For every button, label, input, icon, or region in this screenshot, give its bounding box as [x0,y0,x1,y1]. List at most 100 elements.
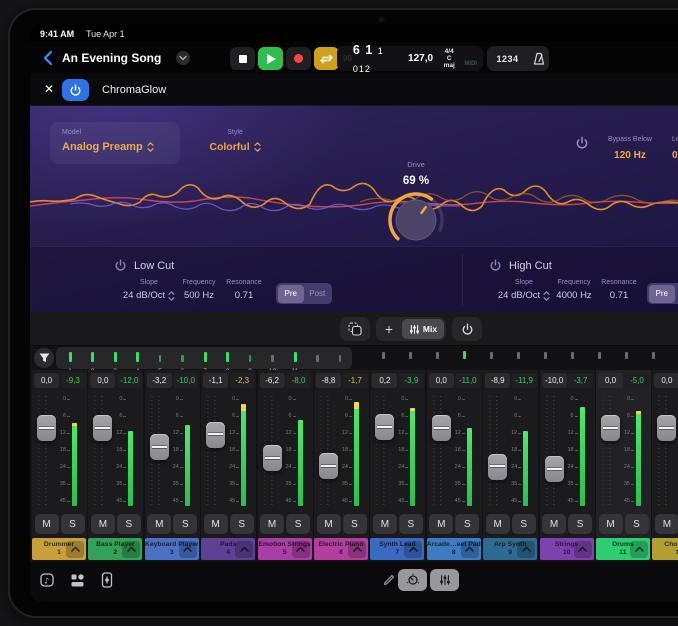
fader-handle[interactable] [545,456,564,482]
filter-button[interactable] [34,348,54,368]
expand-track-button[interactable] [630,541,648,558]
high-cut-resonance[interactable]: Resonance 0.71 [593,279,645,301]
fader-handle[interactable] [601,415,620,441]
low-cut-resonance[interactable]: Resonance 0.71 [218,279,270,301]
add-track-button[interactable]: + [376,317,402,341]
track-name-tile[interactable]: Emotion Strings 5 [258,538,312,560]
volume-readout[interactable]: -6,2 [260,373,285,388]
plugin-power-button[interactable] [62,79,89,101]
mute-button[interactable]: M [317,514,341,534]
expand-track-button[interactable] [292,541,310,558]
solo-button[interactable]: S [455,514,479,534]
fader-handle[interactable] [263,445,282,471]
fader-handle[interactable] [488,454,507,480]
record-button[interactable] [286,47,311,70]
expand-track-button[interactable] [348,541,366,558]
expand-track-button[interactable] [404,541,422,558]
details-button[interactable] [98,571,116,589]
low-cut-power-button[interactable] [114,259,127,272]
count-in-button[interactable]: 1234 [490,53,524,65]
fader-handle[interactable] [657,415,676,441]
mute-button[interactable]: M [147,514,171,534]
expand-track-button[interactable] [517,541,535,558]
mute-button[interactable]: M [542,514,566,534]
browser-button[interactable] [68,571,86,589]
level-control[interactable]: Level 0.0 [672,128,678,161]
fader-handle[interactable] [206,422,225,448]
stop-button[interactable] [230,47,255,70]
volume-readout[interactable]: 0,0 [34,373,59,388]
controls-view-button[interactable] [398,569,427,591]
expand-track-button[interactable] [179,541,197,558]
volume-readout[interactable]: -8,9 [485,373,510,388]
volume-readout[interactable]: -1,1 [203,373,228,388]
volume-readout[interactable]: -10,0 [542,373,567,388]
solo-button[interactable]: S [399,514,423,534]
mute-button[interactable]: M [486,514,510,534]
volume-readout[interactable]: 0,0 [654,373,678,388]
fader-handle[interactable] [375,414,394,440]
volume-readout[interactable]: -8,8 [316,373,341,388]
visible-tracks-window[interactable]: 1234567891011 [56,347,352,369]
post-button[interactable]: Post [304,285,331,303]
fader-handle[interactable] [37,415,56,441]
mixer-view-button[interactable] [430,569,459,591]
close-icon[interactable]: ✕ [44,82,54,96]
fader-handle[interactable] [432,415,451,441]
mute-button[interactable]: M [599,514,623,534]
duplicate-button[interactable] [340,317,370,341]
solo-button[interactable]: S [286,514,310,534]
mute-button[interactable]: M [204,514,228,534]
bypass-power-button[interactable] [575,136,589,150]
metronome-button[interactable] [532,52,546,66]
track-name-tile[interactable]: Keyboard Player 3 [145,538,199,560]
volume-readout[interactable]: 0,0 [598,373,623,388]
volume-readout[interactable]: 0,0 [90,373,115,388]
loop-browser-button[interactable]: ♪ [38,571,56,589]
solo-button[interactable]: S [173,514,197,534]
volume-readout[interactable]: -3,2 [147,373,172,388]
song-title[interactable]: An Evening Song [62,51,161,65]
track-name-tile[interactable]: Pads 4 [201,538,255,560]
mixer-power-button[interactable] [452,317,482,341]
model-value[interactable]: Analog Preamp [62,141,154,153]
solo-button[interactable]: S [230,514,254,534]
track-name-tile[interactable]: Bass Player 2 [88,538,142,560]
back-button[interactable] [42,50,54,66]
mute-button[interactable]: M [655,514,678,534]
solo-button[interactable]: S [568,514,592,534]
solo-button[interactable]: S [117,514,141,534]
fader-handle[interactable] [93,415,112,441]
track-name-tile[interactable]: Arcade…eet Pad 8 [427,538,481,560]
edit-button[interactable] [380,571,398,589]
mute-button[interactable]: M [260,514,284,534]
solo-button[interactable]: S [343,514,367,534]
volume-readout[interactable]: 0,0 [429,373,454,388]
style-selector[interactable]: Style Colorful [190,122,280,164]
lcd-display[interactable]: 00 6 1 1 012 127,0 4/4 C maj MIDI [337,46,483,71]
track-name-tile[interactable]: Electric Piano 6 [314,538,368,560]
model-selector[interactable]: Model Analog Preamp [50,122,180,164]
pre-button[interactable]: Pre [649,285,676,303]
expand-track-button[interactable] [461,541,479,558]
track-name-tile[interactable]: Synth Lead 7 [370,538,424,560]
solo-button[interactable]: S [512,514,536,534]
mute-button[interactable]: M [91,514,115,534]
fader-handle[interactable] [319,453,338,479]
bypass-below-control[interactable]: Bypass Below 120 Hz [595,128,665,161]
expand-track-button[interactable] [66,541,84,558]
chevron-down-icon[interactable] [176,51,190,65]
mute-button[interactable]: M [35,514,59,534]
mute-button[interactable]: M [373,514,397,534]
expand-track-button[interactable] [122,541,140,558]
track-name-tile[interactable]: Drums 11 [596,538,650,560]
track-name-tile[interactable]: Chorus V 12 [652,538,678,560]
style-value[interactable]: Colorful [190,141,280,153]
play-button[interactable] [258,47,283,70]
pre-button[interactable]: Pre [278,285,305,303]
mix-view-button[interactable]: Mix [402,319,444,339]
drive-knob[interactable] [385,189,447,251]
track-name-tile[interactable]: Strings 10 [540,538,594,560]
volume-readout[interactable]: 0,2 [372,373,397,388]
track-name-tile[interactable]: Drummer 1 [32,538,86,560]
